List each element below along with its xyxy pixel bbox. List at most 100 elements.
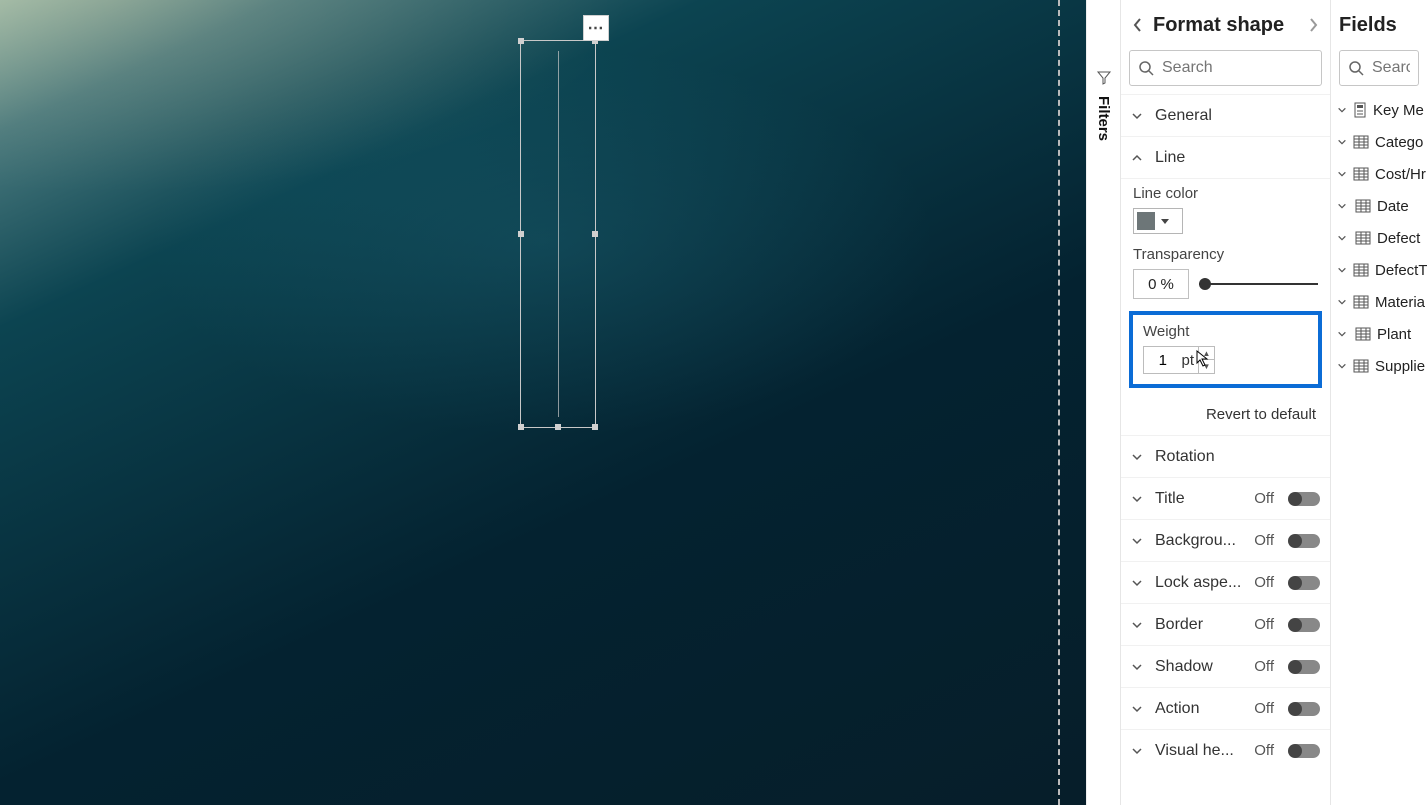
weight-unit: pt [1181,352,1198,369]
format-next-button[interactable] [1304,16,1322,34]
field-item[interactable]: Key Me [1331,94,1427,126]
shadow-toggle[interactable] [1290,660,1320,674]
resize-handle-mr[interactable] [592,231,598,237]
field-item[interactable]: DefectT [1331,254,1427,286]
field-label: DefectT [1375,262,1427,279]
table-icon [1353,263,1369,277]
action-toggle[interactable] [1290,702,1320,716]
shape-options-button[interactable]: ⋯ [583,15,609,41]
section-border[interactable]: Border Off [1121,603,1330,645]
lock-aspect-toggle[interactable] [1290,576,1320,590]
filters-expand-icon[interactable] [1096,70,1112,86]
toggle-state: Off [1254,490,1274,507]
field-item[interactable]: Supplie [1331,350,1427,382]
format-panel-title: Format shape [1153,14,1298,37]
format-search-box[interactable] [1129,50,1322,86]
chevron-down-icon [1337,297,1347,307]
section-label: Title [1155,490,1244,508]
field-label: Materia [1375,294,1425,311]
weight-value: 1 [1144,352,1181,369]
field-item[interactable]: Materia [1331,286,1427,318]
spinner-up-button[interactable]: ▲ [1199,347,1214,360]
resize-handle-ml[interactable] [518,231,524,237]
field-item[interactable]: Plant [1331,318,1427,350]
toggle-state: Off [1254,742,1274,759]
visual-header-toggle[interactable] [1290,744,1320,758]
report-canvas[interactable]: ⋯ [0,0,1086,805]
section-label: Line [1155,149,1320,167]
toggle-state: Off [1254,616,1274,633]
chevron-down-icon [1131,451,1145,463]
resize-handle-br[interactable] [592,424,598,430]
section-shadow[interactable]: Shadow Off [1121,645,1330,687]
section-background[interactable]: Backgrou... Off [1121,519,1330,561]
format-shape-panel: Format shape General [1120,0,1330,805]
table-icon [1353,359,1369,373]
chevron-down-icon [1131,110,1145,122]
filters-label: Filters [1095,96,1112,141]
chevron-down-icon [1337,201,1349,211]
chevron-down-icon [1337,265,1347,275]
field-label: Key Me [1373,102,1424,119]
weight-spinner[interactable]: ▲ ▼ [1198,347,1214,373]
table-icon [1355,327,1371,341]
section-line[interactable]: Line [1121,136,1330,178]
dropdown-caret-icon [1161,219,1169,224]
canvas-boundary [1058,0,1086,805]
section-visual-header[interactable]: Visual he... Off [1121,729,1330,771]
spinner-down-button[interactable]: ▼ [1199,360,1214,373]
section-general[interactable]: General [1121,94,1330,136]
chevron-down-icon [1131,703,1145,715]
table-icon [1353,167,1369,181]
weight-input[interactable]: 1 pt ▲ ▼ [1143,346,1215,374]
fields-panel-title: Fields [1339,14,1419,37]
toggle-state: Off [1254,700,1274,717]
field-item[interactable]: Defect [1331,222,1427,254]
section-line-body: Line color Transparency 0 % [1121,178,1330,400]
transparency-input[interactable]: 0 % [1133,269,1189,299]
section-label: General [1155,107,1320,125]
field-label: Defect [1377,230,1420,247]
section-label: Backgrou... [1155,532,1244,550]
measure-icon [1353,102,1367,118]
chevron-down-icon [1337,105,1347,115]
filters-rail[interactable]: Filters [1086,0,1120,805]
transparency-label: Transparency [1133,246,1318,263]
format-prev-button[interactable] [1129,16,1147,34]
section-title[interactable]: Title Off [1121,477,1330,519]
revert-to-default-link[interactable]: Revert to default [1121,400,1330,435]
transparency-unit: % [1161,276,1174,293]
selected-shape[interactable]: ⋯ [520,40,596,428]
table-icon [1355,231,1371,245]
section-lock-aspect[interactable]: Lock aspe... Off [1121,561,1330,603]
chevron-down-icon [1131,661,1145,673]
section-label: Action [1155,700,1244,718]
transparency-value: 0 [1148,276,1156,293]
resize-handle-tl[interactable] [518,38,524,44]
chevron-down-icon [1131,493,1145,505]
chevron-down-icon [1131,745,1145,757]
fields-search-input[interactable] [1372,59,1410,77]
title-toggle[interactable] [1290,492,1320,506]
section-rotation[interactable]: Rotation [1121,435,1330,477]
field-label: Catego [1375,134,1423,151]
fields-search-box[interactable] [1339,50,1419,86]
field-label: Cost/Hr [1375,166,1426,183]
field-item[interactable]: Date [1331,190,1427,222]
field-label: Supplie [1375,358,1425,375]
section-action[interactable]: Action Off [1121,687,1330,729]
chevron-down-icon [1337,233,1349,243]
format-search-input[interactable] [1162,59,1313,77]
field-item[interactable]: Cost/Hr [1331,158,1427,190]
fields-panel: Fields Key Me Catego Cost/Hr Date Defect Defe… [1330,0,1427,805]
weight-highlight: Weight 1 pt ▲ ▼ [1129,311,1322,388]
border-toggle[interactable] [1290,618,1320,632]
resize-handle-mb[interactable] [555,424,561,430]
field-item[interactable]: Catego [1331,126,1427,158]
background-toggle[interactable] [1290,534,1320,548]
line-color-picker[interactable] [1133,208,1183,234]
line-color-label: Line color [1133,185,1318,202]
section-label: Rotation [1155,448,1320,466]
transparency-slider[interactable] [1199,283,1318,285]
resize-handle-bl[interactable] [518,424,524,430]
